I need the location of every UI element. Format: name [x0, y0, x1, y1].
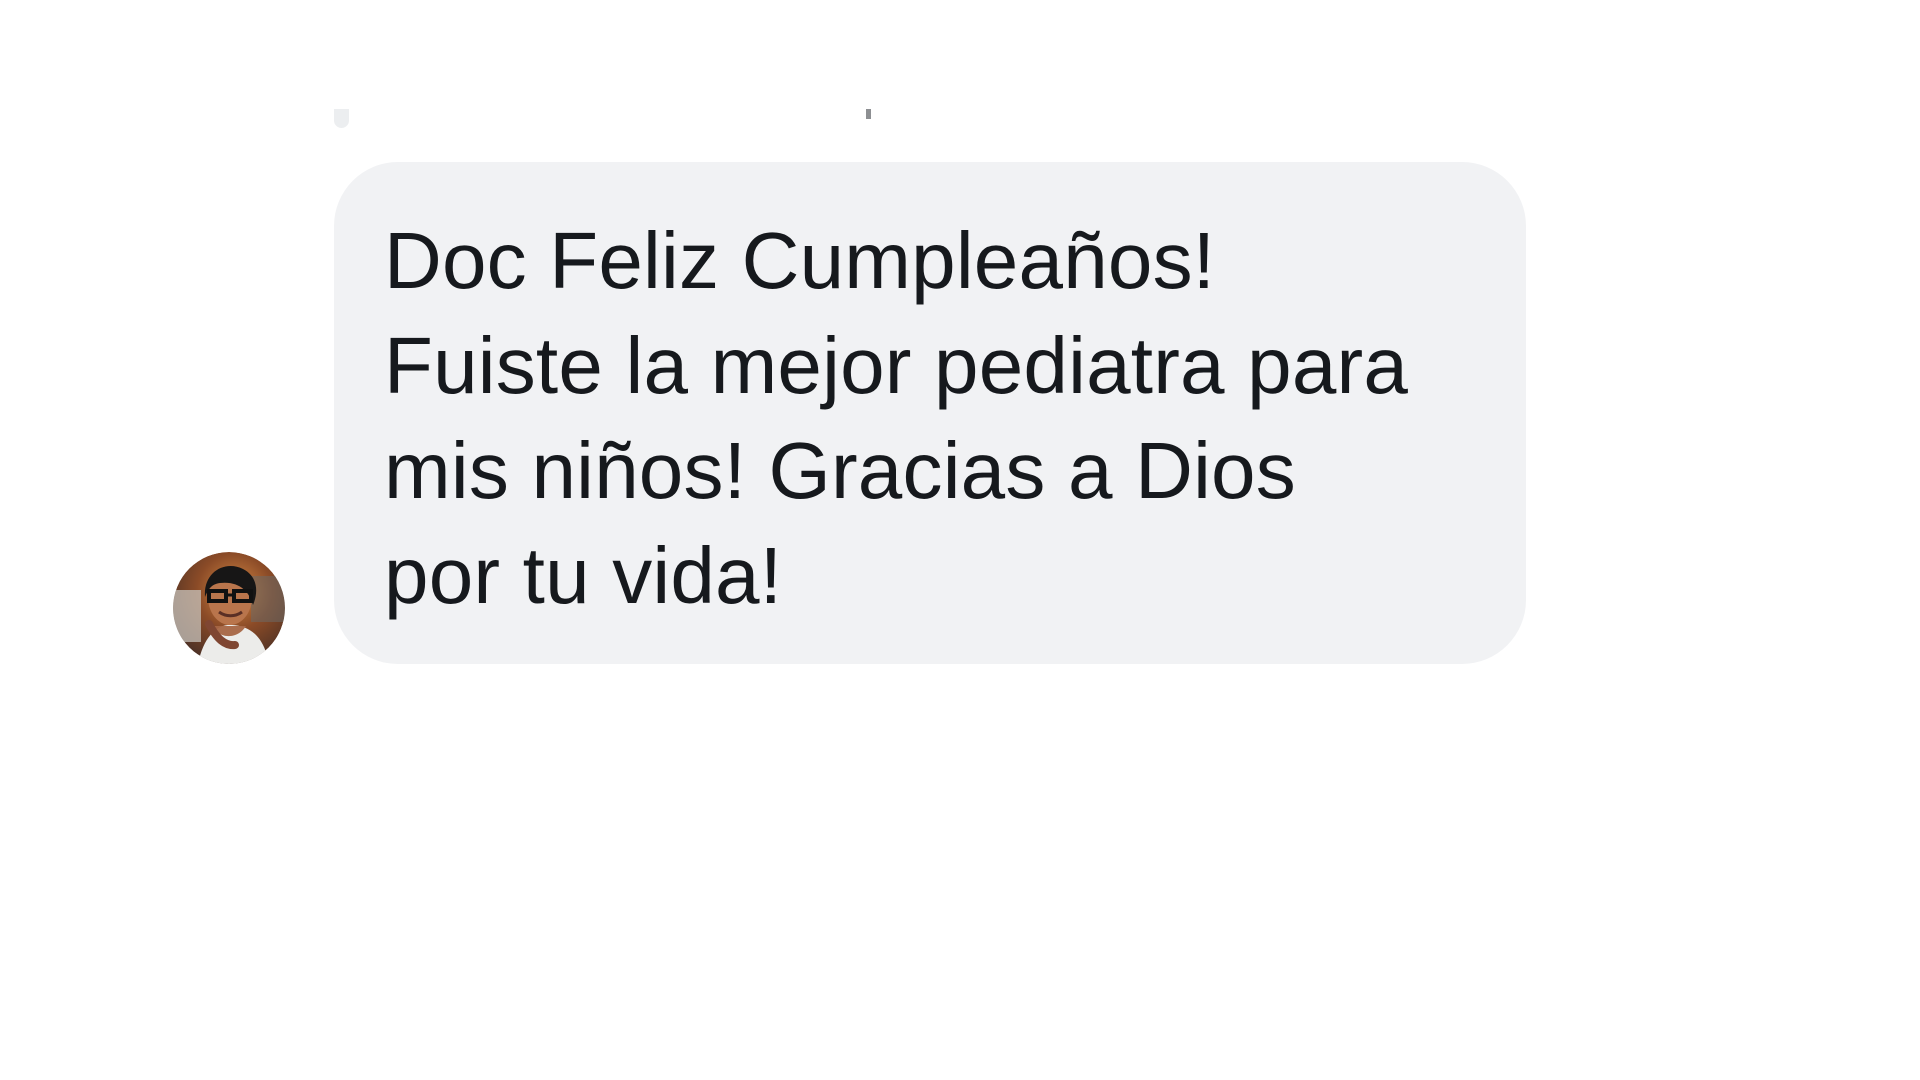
incoming-message-row: Doc Feliz Cumpleaños! Fuiste la mejor pe…: [0, 0, 1920, 1080]
user-photo-avatar-icon: [173, 552, 285, 664]
message-bubble[interactable]: Doc Feliz Cumpleaños! Fuiste la mejor pe…: [334, 162, 1526, 664]
sender-avatar[interactable]: [173, 552, 285, 664]
message-text: Doc Feliz Cumpleaños! Fuiste la mejor pe…: [384, 216, 1409, 620]
message-screen: Doc Feliz Cumpleaños! Fuiste la mejor pe…: [0, 0, 1920, 1080]
